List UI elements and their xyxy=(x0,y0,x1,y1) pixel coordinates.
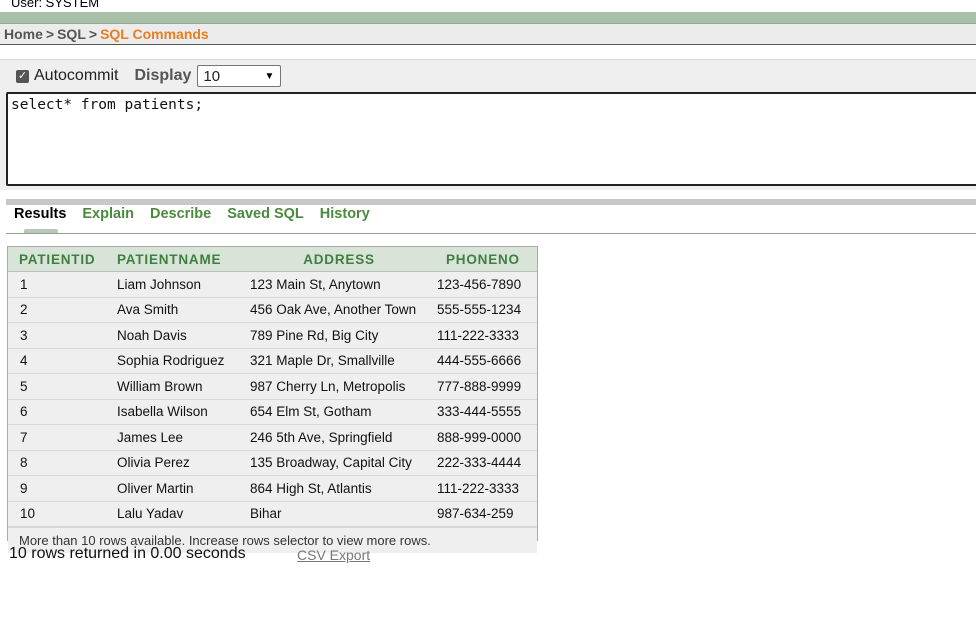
cell-patientname: William Brown xyxy=(112,373,245,400)
table-row: 3 Noah Davis 789 Pine Rd, Big City 111-2… xyxy=(8,322,537,349)
tab-results[interactable]: Results xyxy=(14,206,66,222)
chevron-down-icon: ▼ xyxy=(264,70,275,82)
cell-phoneno: 333-444-5555 xyxy=(433,399,537,425)
cell-patientname: Olivia Perez xyxy=(112,450,245,476)
sql-text: select* from patients; xyxy=(11,97,204,113)
cell-phoneno: 222-333-4444 xyxy=(433,450,537,476)
table-row: 9 Oliver Martin 864 High St, Atlantis 11… xyxy=(8,475,537,502)
cell-address: 456 Oak Ave, Another Town xyxy=(245,297,433,323)
tab-history[interactable]: History xyxy=(320,206,370,222)
table-row: 5 William Brown 987 Cherry Ln, Metropoli… xyxy=(8,373,537,400)
cell-patientid: 7 xyxy=(8,424,112,451)
tab-describe[interactable]: Describe xyxy=(150,206,211,222)
cell-patientid: 5 xyxy=(8,373,112,400)
table-row: 1 Liam Johnson 123 Main St, Anytown 123-… xyxy=(8,271,537,298)
top-bar: User: SYSTEM xyxy=(0,0,976,12)
cell-patientid: 6 xyxy=(8,399,112,425)
cell-patientid: 8 xyxy=(8,450,112,476)
breadcrumb-sql[interactable]: SQL xyxy=(57,26,86,42)
cell-patientid: 1 xyxy=(8,271,112,298)
cell-address: 789 Pine Rd, Big City xyxy=(245,322,433,349)
cell-phoneno: 987-634-259 xyxy=(433,501,537,527)
cell-phoneno: 123-456-7890 xyxy=(433,271,537,298)
options-row: ✓ Autocommit Display 10 ▼ xyxy=(16,64,282,88)
cell-patientid: 4 xyxy=(8,348,112,374)
cell-phoneno: 777-888-9999 xyxy=(433,373,537,400)
breadcrumb-separator: > xyxy=(45,26,55,42)
cell-patientname: Ava Smith xyxy=(112,297,245,323)
cell-phoneno: 555-555-1234 xyxy=(433,297,537,323)
breadcrumb-current: SQL Commands xyxy=(100,26,209,42)
cell-address: 987 Cherry Ln, Metropolis xyxy=(245,373,433,400)
cell-phoneno: 111-222-3333 xyxy=(433,322,537,349)
cell-address: 135 Broadway, Capital City xyxy=(245,450,433,476)
results-table: PATIENTID PATIENTNAME ADDRESS PHONENO 1 … xyxy=(8,247,537,527)
autocommit-checkbox[interactable]: ✓ xyxy=(16,69,29,83)
breadcrumb-home[interactable]: Home xyxy=(4,26,43,42)
cell-phoneno: 444-555-6666 xyxy=(433,348,537,374)
breadcrumb-bar: Home > SQL > SQL Commands xyxy=(0,24,976,45)
sql-editor[interactable]: select* from patients; xyxy=(6,92,976,186)
table-row: 4 Sophia Rodriguez 321 Maple Dr, Smallvi… xyxy=(8,348,537,374)
cell-patientid: 3 xyxy=(8,322,112,349)
breadcrumb: Home > SQL > SQL Commands xyxy=(4,26,209,42)
user-label: User: SYSTEM xyxy=(11,0,100,10)
cell-patientid: 10 xyxy=(8,501,112,527)
cell-address: 246 5th Ave, Springfield xyxy=(245,424,433,451)
cell-address: 864 High St, Atlantis xyxy=(245,475,433,502)
rows-returned-status: 10 rows returned in 0.00 seconds xyxy=(9,545,246,562)
results-table-container: PATIENTID PATIENTNAME ADDRESS PHONENO 1 … xyxy=(7,246,538,553)
cell-patientname: Oliver Martin xyxy=(112,475,245,502)
cell-patientname: Lalu Yadav xyxy=(112,501,245,527)
cell-phoneno: 888-999-0000 xyxy=(433,424,537,451)
column-header-patientname: PATIENTNAME xyxy=(112,247,245,272)
cell-patientname: Noah Davis xyxy=(112,322,245,349)
cell-patientname: James Lee xyxy=(112,424,245,451)
table-row: 7 James Lee 246 5th Ave, Springfield 888… xyxy=(8,424,537,451)
cell-patientname: Sophia Rodriguez xyxy=(112,348,245,374)
table-row: 10 Lalu Yadav Bihar 987-634-259 xyxy=(8,501,537,527)
table-row: 8 Olivia Perez 135 Broadway, Capital Cit… xyxy=(8,450,537,476)
table-header-row: PATIENTID PATIENTNAME ADDRESS PHONENO xyxy=(8,247,537,272)
display-rows-value: 10 xyxy=(203,67,221,85)
display-rows-select[interactable]: 10 ▼ xyxy=(197,65,282,87)
cell-patientname: Liam Johnson xyxy=(112,271,245,298)
cell-address: 654 Elm St, Gotham xyxy=(245,399,433,425)
autocommit-label: Autocommit xyxy=(34,67,119,84)
cell-patientname: Isabella Wilson xyxy=(112,399,245,425)
csv-export-link[interactable]: CSV Export xyxy=(297,547,370,563)
column-header-address: ADDRESS xyxy=(245,247,433,272)
cell-address: 321 Maple Dr, Smallville xyxy=(245,348,433,374)
result-tabs: Results Explain Describe Saved SQL Histo… xyxy=(14,206,386,222)
cell-address: 123 Main St, Anytown xyxy=(245,271,433,298)
tab-saved-sql[interactable]: Saved SQL xyxy=(227,206,304,222)
tabs-underline xyxy=(6,233,976,234)
table-row: 6 Isabella Wilson 654 Elm St, Gotham 333… xyxy=(8,399,537,425)
cell-patientid: 2 xyxy=(8,297,112,323)
column-header-patientid: PATIENTID xyxy=(8,247,112,272)
tabs-divider xyxy=(6,199,976,205)
display-label: Display xyxy=(134,67,192,84)
tab-explain[interactable]: Explain xyxy=(82,206,134,222)
table-row: 2 Ava Smith 456 Oak Ave, Another Town 55… xyxy=(8,297,537,323)
cell-phoneno: 111-222-3333 xyxy=(433,475,537,502)
cell-address: Bihar xyxy=(245,501,433,527)
column-header-phoneno: PHONENO xyxy=(433,247,537,272)
breadcrumb-separator: > xyxy=(88,26,98,42)
header-band xyxy=(0,12,976,24)
cell-patientid: 9 xyxy=(8,475,112,502)
